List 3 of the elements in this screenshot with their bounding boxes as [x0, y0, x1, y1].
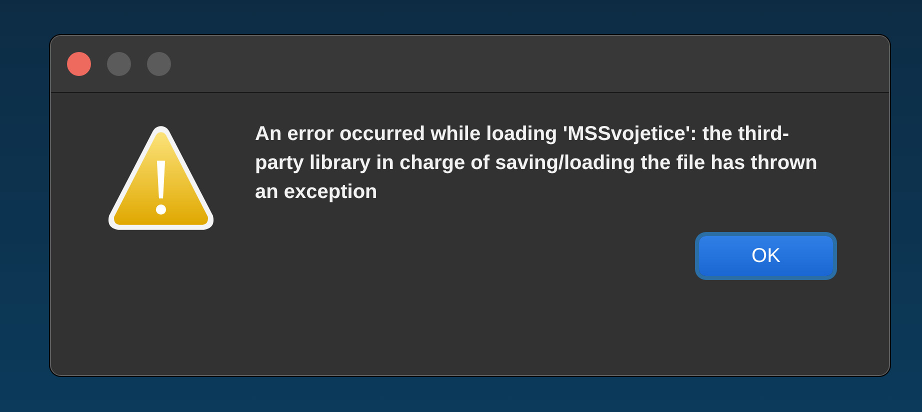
- error-message: An error occurred while loading 'MSSvojetice': the third-party library in charge of saving/loading the file has thrown an exception: [255, 122, 818, 205]
- close-button[interactable]: [67, 52, 91, 76]
- ok-button[interactable]: OK: [699, 236, 833, 276]
